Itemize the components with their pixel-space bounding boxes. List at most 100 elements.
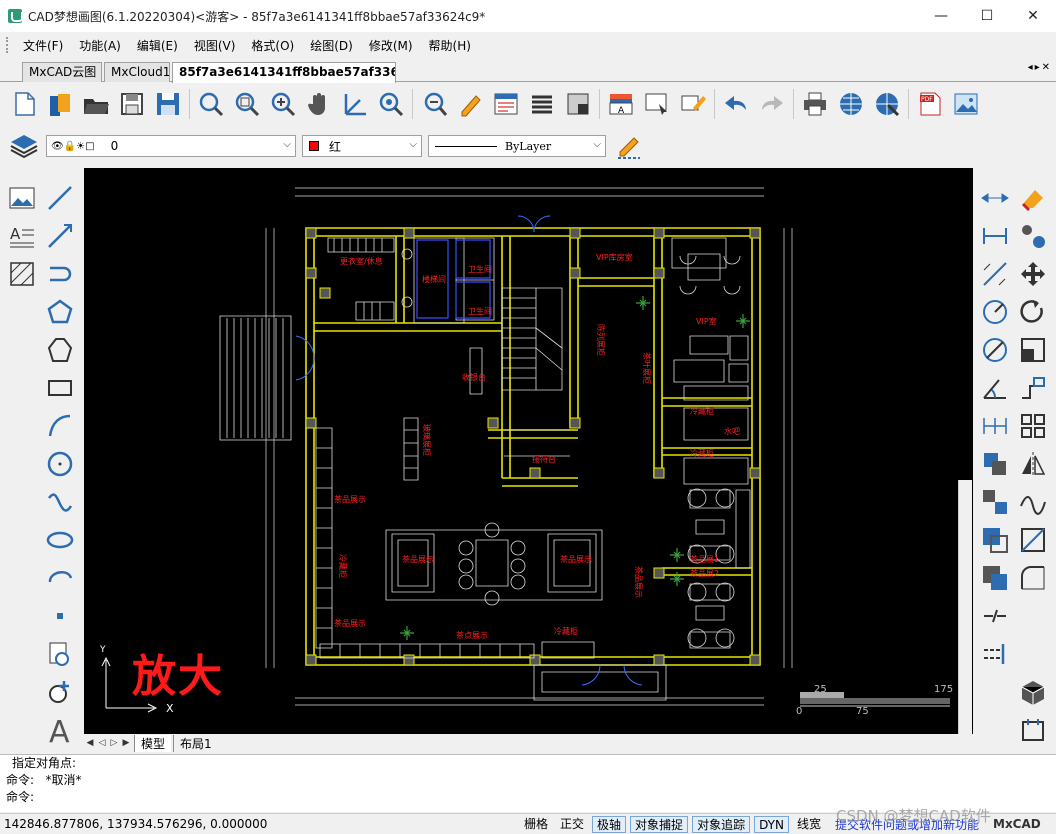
- export-image-icon[interactable]: [951, 89, 981, 119]
- minimize-button[interactable]: —: [918, 0, 964, 32]
- layer-combo[interactable]: 👁🔒☀□ 0 ⌵: [46, 135, 296, 157]
- select-window-icon[interactable]: [642, 89, 672, 119]
- next-layout-icon[interactable]: ▷: [108, 738, 120, 748]
- mtext-tool-icon[interactable]: A: [6, 220, 38, 252]
- polar-toggle[interactable]: 极轴: [592, 815, 627, 833]
- open-folder-icon[interactable]: [81, 89, 111, 119]
- arc-tool-icon[interactable]: [44, 410, 76, 442]
- tab-mxcloud1[interactable]: MxCloud1: [104, 62, 170, 82]
- close-button[interactable]: ✕: [1010, 0, 1056, 32]
- ellipse-tool-icon[interactable]: [44, 524, 76, 556]
- tab-current-drawing[interactable]: 85f7a3e6141341ff8bbae57af3362...: [172, 62, 396, 83]
- mirror-icon[interactable]: [1017, 448, 1049, 480]
- menu-format[interactable]: 格式(O): [243, 37, 302, 54]
- pencil-icon[interactable]: [455, 89, 485, 119]
- text-style-icon[interactable]: A: [606, 89, 636, 119]
- print-icon[interactable]: [800, 89, 830, 119]
- pentagon-tool-icon[interactable]: [44, 334, 76, 366]
- save-as-icon[interactable]: [153, 89, 183, 119]
- export-pdf-icon[interactable]: PDF: [915, 89, 945, 119]
- move-icon[interactable]: [1017, 258, 1049, 290]
- dim-radius-icon[interactable]: [979, 296, 1011, 328]
- web-publish-icon[interactable]: [836, 89, 866, 119]
- group-icon[interactable]: [979, 486, 1011, 518]
- tab-model[interactable]: 模型: [134, 734, 172, 752]
- zoom-window-icon[interactable]: [196, 89, 226, 119]
- rectangle-tool-icon[interactable]: [44, 372, 76, 404]
- copy-icon[interactable]: [1017, 220, 1049, 252]
- dim-aligned-icon[interactable]: [979, 220, 1011, 252]
- array-icon[interactable]: [1017, 410, 1049, 442]
- menu-modify[interactable]: 修改(M): [361, 37, 421, 54]
- dim-angle-icon[interactable]: [979, 258, 1011, 290]
- toolbar-grip[interactable]: [6, 37, 9, 53]
- save-icon[interactable]: [117, 89, 147, 119]
- break-icon[interactable]: [979, 600, 1011, 632]
- subtract-icon[interactable]: [979, 562, 1011, 594]
- osnap-toggle[interactable]: 对象捕捉: [630, 815, 689, 833]
- chamfer-icon[interactable]: [1017, 524, 1049, 556]
- menu-help[interactable]: 帮助(H): [421, 37, 479, 54]
- tab-scroll-arrows[interactable]: ◂▸✕: [1028, 62, 1052, 73]
- insert-block-icon[interactable]: [44, 676, 76, 708]
- 3d-box-icon[interactable]: [1017, 676, 1049, 708]
- zoom-previous-icon[interactable]: [419, 89, 449, 119]
- offset-icon[interactable]: [979, 448, 1011, 480]
- stretch-icon[interactable]: [1017, 372, 1049, 404]
- text-tool-icon[interactable]: A: [44, 714, 76, 746]
- undo-icon[interactable]: [721, 89, 751, 119]
- table-tool-icon[interactable]: [44, 638, 76, 670]
- circle-tool-icon[interactable]: [44, 448, 76, 480]
- ray-tool-icon[interactable]: [44, 220, 76, 252]
- polyline-tool-icon[interactable]: [44, 258, 76, 290]
- ortho-toggle[interactable]: 正交: [556, 816, 588, 833]
- lineweight-pencil-icon[interactable]: [614, 131, 644, 161]
- prev-layout-icon[interactable]: ◁: [96, 738, 108, 748]
- properties-panel-icon[interactable]: [491, 89, 521, 119]
- grid-toggle[interactable]: 栅格: [520, 816, 552, 833]
- new-file-icon[interactable]: [9, 89, 39, 119]
- scale-icon[interactable]: [1017, 334, 1049, 366]
- layer-list-icon[interactable]: [527, 89, 557, 119]
- erase-icon[interactable]: [1017, 182, 1049, 214]
- extend-icon[interactable]: [979, 638, 1011, 670]
- rotate-icon[interactable]: [1017, 296, 1049, 328]
- menu-file[interactable]: 文件(F): [15, 37, 71, 54]
- dyn-toggle[interactable]: DYN: [754, 815, 789, 833]
- tab-layout1[interactable]: 布局1: [173, 734, 218, 752]
- command-window[interactable]: 指定对角点: 命令: *取消* 命令:: [0, 754, 1056, 812]
- line-tool-icon[interactable]: [44, 182, 76, 214]
- zoom-realtime-icon[interactable]: [376, 89, 406, 119]
- web-open-icon[interactable]: [872, 89, 902, 119]
- dim-continue-icon[interactable]: [979, 410, 1011, 442]
- dim-diameter-icon[interactable]: [979, 334, 1011, 366]
- maximize-button[interactable]: ☐: [964, 0, 1010, 32]
- block-icon[interactable]: [563, 89, 593, 119]
- open-template-icon[interactable]: [45, 89, 75, 119]
- dim-linear-icon[interactable]: [979, 182, 1011, 214]
- redo-icon[interactable]: [757, 89, 787, 119]
- lineweight-toggle[interactable]: 线宽: [793, 816, 825, 833]
- dim-angular-icon[interactable]: [979, 372, 1011, 404]
- color-combo[interactable]: 红 ⌵: [302, 135, 422, 157]
- zoom-extents-icon[interactable]: [232, 89, 262, 119]
- fillet-icon[interactable]: [1017, 562, 1049, 594]
- explode-icon[interactable]: [1017, 714, 1049, 746]
- zoom-in-icon[interactable]: [268, 89, 298, 119]
- point-tool-icon[interactable]: [44, 600, 76, 632]
- last-layout-icon[interactable]: ▶: [120, 738, 132, 748]
- linetype-combo[interactable]: ByLayer ⌵: [428, 135, 606, 157]
- hatch-tool-icon[interactable]: [6, 258, 38, 290]
- ucs-axis-icon[interactable]: [340, 89, 370, 119]
- menu-view[interactable]: 视图(V): [186, 37, 244, 54]
- menu-edit[interactable]: 编辑(E): [129, 37, 186, 54]
- spline-tool-icon[interactable]: [44, 486, 76, 518]
- insert-image-icon[interactable]: [6, 182, 38, 214]
- menu-function[interactable]: 功能(A): [71, 37, 129, 54]
- region-icon[interactable]: [979, 524, 1011, 556]
- pan-hand-icon[interactable]: [304, 89, 334, 119]
- wave-icon[interactable]: [1017, 486, 1049, 518]
- tab-mxcad-cloud[interactable]: MxCAD云图: [22, 62, 102, 82]
- layer-manager-icon[interactable]: [9, 131, 39, 161]
- match-properties-icon[interactable]: [678, 89, 708, 119]
